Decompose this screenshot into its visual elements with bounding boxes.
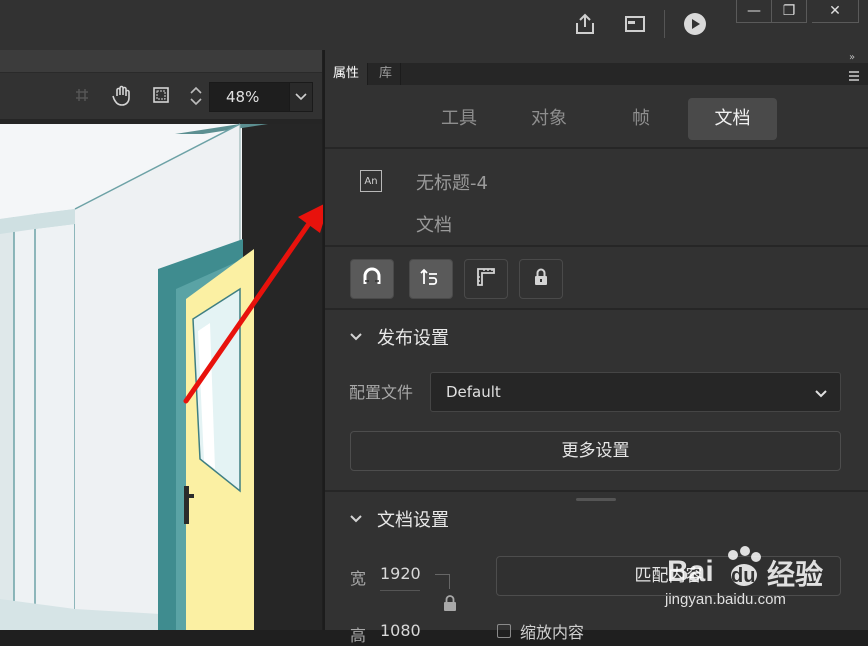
doc-type: 文档 (416, 215, 452, 236)
tab-object[interactable]: 对象 (510, 98, 588, 140)
tab-frame[interactable]: 帧 (602, 98, 680, 140)
height-label: 高 (350, 626, 367, 645)
magnet-icon (361, 266, 383, 292)
scale-content-label: 缩放内容 (520, 623, 585, 642)
doc-settings-title[interactable]: 文档设置 (377, 506, 449, 532)
ruler-icon (475, 266, 497, 292)
more-settings-button[interactable]: 更多设置 (350, 431, 841, 471)
width-label: 宽 (350, 569, 367, 588)
annotation-arrow (183, 201, 330, 404)
tab-properties[interactable]: 属性 (325, 63, 369, 85)
profile-label: 配置文件 (349, 383, 414, 402)
collapse-panel-icon[interactable]: » (849, 52, 855, 63)
watermark-brand-cn: 经验 (767, 558, 824, 591)
animate-doc-icon: An (360, 170, 382, 192)
zoom-dropdown[interactable] (289, 82, 313, 112)
chevron-down-icon (814, 385, 828, 404)
scale-content-checkbox[interactable] (497, 624, 511, 638)
close-control: ✕ (812, 0, 859, 23)
share-icon[interactable] (571, 10, 599, 38)
watermark-brand: Bai (667, 555, 714, 588)
window-controls: — ❐ (736, 0, 807, 23)
publish-settings-title[interactable]: 发布设置 (377, 324, 449, 350)
chevron-down-icon[interactable] (349, 511, 363, 530)
baidu-watermark: Bai du 经验 jingyan.baidu.com (665, 545, 865, 615)
tab-tool[interactable]: 工具 (420, 98, 498, 140)
link-lock-icon[interactable] (442, 594, 458, 616)
frames-icon (420, 266, 442, 292)
link-bracket (435, 574, 450, 589)
profile-value: Default (446, 383, 501, 401)
rulers-button[interactable] (464, 259, 508, 299)
divider (380, 590, 420, 591)
zoom-stepper[interactable] (186, 82, 206, 110)
divider (325, 245, 868, 247)
height-input[interactable]: 1080 (380, 621, 421, 640)
zoom-input[interactable]: 48% (209, 82, 291, 112)
panel-menu-icon[interactable] (848, 67, 860, 86)
resize-grip[interactable] (576, 498, 616, 501)
hand-icon[interactable] (110, 84, 134, 112)
chevron-down-icon[interactable] (349, 329, 363, 348)
stage-tab-bar (0, 50, 322, 73)
grid-icon[interactable] (73, 86, 91, 108)
minimize-button[interactable]: — (737, 0, 771, 22)
close-button[interactable]: ✕ (812, 0, 858, 22)
divider (325, 147, 868, 149)
doc-name: 无标题-4 (416, 173, 488, 194)
lock-icon (531, 267, 551, 291)
watermark-url: jingyan.baidu.com (665, 591, 786, 608)
tab-document[interactable]: 文档 (688, 98, 777, 140)
clip-stage-icon[interactable] (150, 84, 172, 110)
layout-icon[interactable] (621, 10, 649, 38)
watermark-brand2: du (731, 565, 756, 587)
profile-select[interactable]: Default (430, 372, 841, 412)
divider (325, 490, 868, 492)
tab-library[interactable]: 库 (371, 63, 402, 85)
zoom-value: 48% (226, 88, 260, 106)
edit-multiple-frames-button[interactable] (409, 259, 453, 299)
play-icon[interactable] (681, 10, 709, 38)
divider (325, 308, 868, 310)
width-input[interactable]: 1920 (380, 564, 421, 583)
lock-guides-button[interactable] (519, 259, 563, 299)
panel-tabbar: 属性 库 (325, 63, 868, 85)
divider (664, 10, 665, 38)
snap-button[interactable] (350, 259, 394, 299)
restore-button[interactable]: ❐ (771, 0, 806, 22)
